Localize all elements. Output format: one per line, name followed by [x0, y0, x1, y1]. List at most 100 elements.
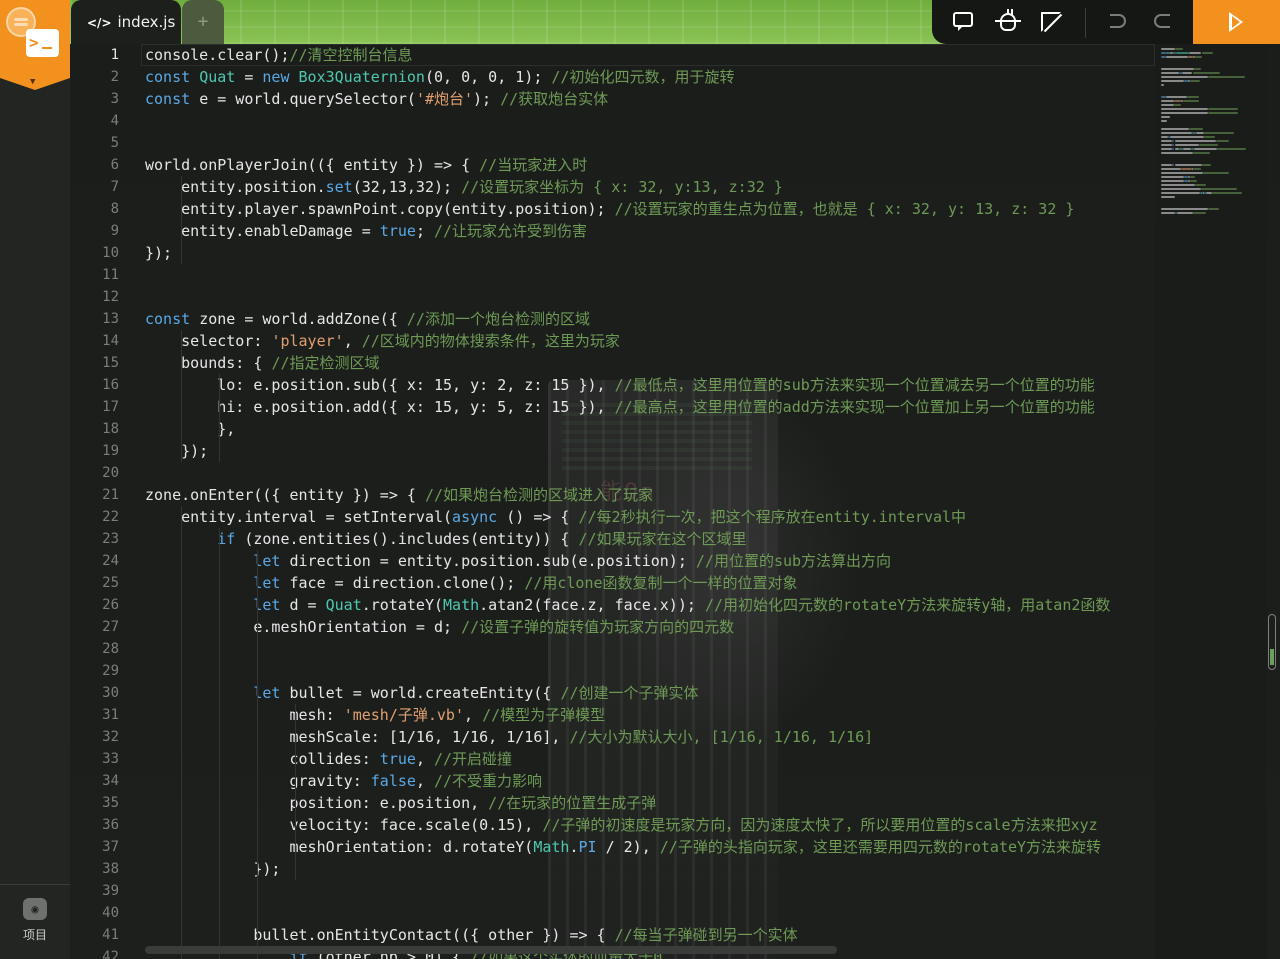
minimap-line [1161, 108, 1208, 110]
code-token: //大小为默认大小, [1/16, 1/16, 1/16] [569, 728, 874, 746]
line-number: 22 [102, 509, 119, 525]
tab-index-js[interactable]: </> index.js [71, 0, 181, 44]
line-number: 31 [102, 707, 119, 723]
minimap-line [1194, 148, 1217, 150]
undo-button[interactable] [1106, 10, 1130, 34]
chevron-down-icon[interactable]: ▼ [30, 77, 35, 87]
code-token: PI [578, 838, 597, 856]
line-number: 42 [102, 949, 119, 959]
code-token: //开启碰撞 [434, 750, 513, 768]
code-token: entity.position. [145, 178, 326, 196]
minimap-line [1189, 180, 1197, 182]
code-line[interactable]: let face = direction.clone(); //用clone函数… [145, 572, 798, 594]
line-number: 24 [102, 553, 119, 569]
line-number: 29 [102, 663, 119, 679]
minimap-line [1196, 132, 1205, 134]
code-line[interactable]: meshScale: [1/16, 1/16, 1/16], //大小为默认大小… [145, 726, 873, 748]
minimap-line [1192, 72, 1221, 74]
line-number: 10 [102, 245, 119, 261]
code-line[interactable]: position: e.position, //在玩家的位置生成子弹 [145, 792, 656, 814]
minimap-line [1161, 212, 1176, 214]
code-editor[interactable]: 1 2 3 4 5 6 7 8 9 10 11 12 13 14 15 16 17 18 19 20 21 22 23 24 2… [71, 44, 1155, 959]
project-icon: ◉ [23, 898, 47, 920]
console-icon[interactable]: > [26, 29, 59, 57]
code-line[interactable]: meshOrientation: d.rotateY(Math.PI / 2),… [145, 836, 1101, 858]
minimap-line [1161, 180, 1184, 182]
code-token: selector: [145, 332, 272, 350]
line-number: 23 [102, 531, 119, 547]
minimap-line [1212, 192, 1242, 194]
code-line[interactable]: mesh: 'mesh/子弹.vb', //模型为子弹模型 [145, 704, 605, 726]
code-line[interactable]: e.meshOrientation = d; //设置子弹的旋转值为玩家方向的四… [145, 616, 734, 638]
minimap-line [1170, 136, 1205, 138]
code-line[interactable]: world.onPlayerJoin(({ entity }) => { //当… [145, 154, 587, 176]
line-number: 14 [102, 333, 119, 349]
line-number: 20 [102, 465, 119, 481]
chat-button[interactable] [952, 10, 976, 34]
code-line[interactable]: entity.player.spawnPoint.copy(entity.pos… [145, 198, 1074, 220]
code-token: bullet = world.createEntity({ [280, 684, 561, 702]
code-line[interactable]: }, [145, 418, 235, 440]
code-token: face = direction.clone(); [280, 574, 525, 592]
line-number: 36 [102, 817, 119, 833]
code-token: //获取炮台实体 [500, 90, 609, 108]
code-line[interactable]: entity.interval = setInterval(async () =… [145, 506, 966, 528]
code-line[interactable]: let d = Quat.rotateY(Math.atan2(face.z, … [145, 594, 1110, 616]
code-token: Quat [199, 68, 236, 86]
code-line[interactable]: entity.position.set(32,13,32); //设置玩家坐标为… [145, 176, 783, 198]
code-token: true [379, 750, 416, 768]
code-token: (32,13,32); [352, 178, 462, 196]
code-token: mesh: [145, 706, 344, 724]
code-token: }); [145, 860, 281, 878]
code-line[interactable]: }); [145, 242, 172, 264]
run-button[interactable] [1193, 0, 1280, 44]
code-token: new [262, 68, 299, 86]
minimap-line [1161, 104, 1174, 106]
code-line[interactable]: let bullet = world.createEntity({ //创建一个… [145, 682, 698, 704]
line-number: 35 [102, 795, 119, 811]
code-line[interactable]: gravity: false, //不受重力影响 [145, 770, 542, 792]
code-token: //用位置的sub方法算出方向 [695, 552, 892, 570]
code-token: //模型为子弹模型 [482, 706, 606, 724]
code-token: Box3Quaternion [298, 68, 425, 86]
redo-button[interactable] [1150, 10, 1174, 34]
line-number: 26 [102, 597, 119, 613]
minimap-line [1189, 176, 1196, 178]
code-token: const [145, 90, 200, 108]
horizontal-scrollbar[interactable] [145, 946, 837, 954]
project-button[interactable]: ◉ 项目 [10, 898, 60, 944]
code-line[interactable]: }); [145, 440, 208, 462]
code-token: Math [443, 596, 480, 614]
code-token: position: e.position, [145, 794, 489, 812]
code-line[interactable]: selector: 'player', //区域内的物体搜索条件，这里为玩家 [145, 330, 620, 352]
code-line[interactable]: hi: e.position.add({ x: 15, y: 5, z: 15 … [145, 396, 1095, 418]
code-token: //在玩家的位置生成子弹 [488, 794, 657, 812]
line-number: 30 [102, 685, 119, 701]
debug-button[interactable] [995, 9, 1021, 34]
vertical-scrollbar[interactable] [1268, 614, 1276, 670]
code-line[interactable]: zone.onEnter(({ entity }) => { //如果炮台检测的… [145, 484, 653, 506]
minimap-line [1204, 136, 1215, 138]
minimap-line [1192, 152, 1210, 154]
code-line[interactable]: velocity: face.scale(0.15), //子弹的初速度是玩家方… [145, 814, 1097, 836]
code-line[interactable]: const Quat = new Box3Quaternion(0, 0, 0,… [145, 66, 734, 88]
code-minimap[interactable] [1155, 44, 1267, 959]
code-line[interactable]: const zone = world.addZone({ //添加一个炮台检测的… [145, 308, 590, 330]
line-number: 4 [110, 113, 119, 129]
code-line[interactable]: collides: true, //开启碰撞 [145, 748, 512, 770]
minimap-line [1202, 164, 1212, 166]
code-line[interactable]: const e = world.querySelector('#炮台'); //… [145, 88, 608, 110]
code-line[interactable]: entity.enableDamage = true; //让玩家允许受到伤害 [145, 220, 587, 242]
code-line[interactable]: if (zone.entities().includes(entity)) { … [145, 528, 746, 550]
code-token: //用clone函数复制一个一样的位置对象 [524, 574, 798, 592]
code-line[interactable]: lo: e.position.sub({ x: 15, y: 2, z: 15 … [145, 374, 1095, 396]
expand-button[interactable] [1039, 10, 1063, 34]
add-tab-button[interactable]: + [182, 0, 224, 44]
code-line[interactable]: console.clear();//清空控制台信息 [145, 44, 413, 66]
code-token: zone.onEnter(({ entity }) => { [145, 486, 425, 504]
code-token: async [452, 508, 498, 526]
code-line[interactable]: }); [145, 858, 280, 880]
code-line[interactable]: bullet.onEntityContact(({ other }) => { … [145, 924, 797, 946]
line-number: 28 [102, 641, 119, 657]
